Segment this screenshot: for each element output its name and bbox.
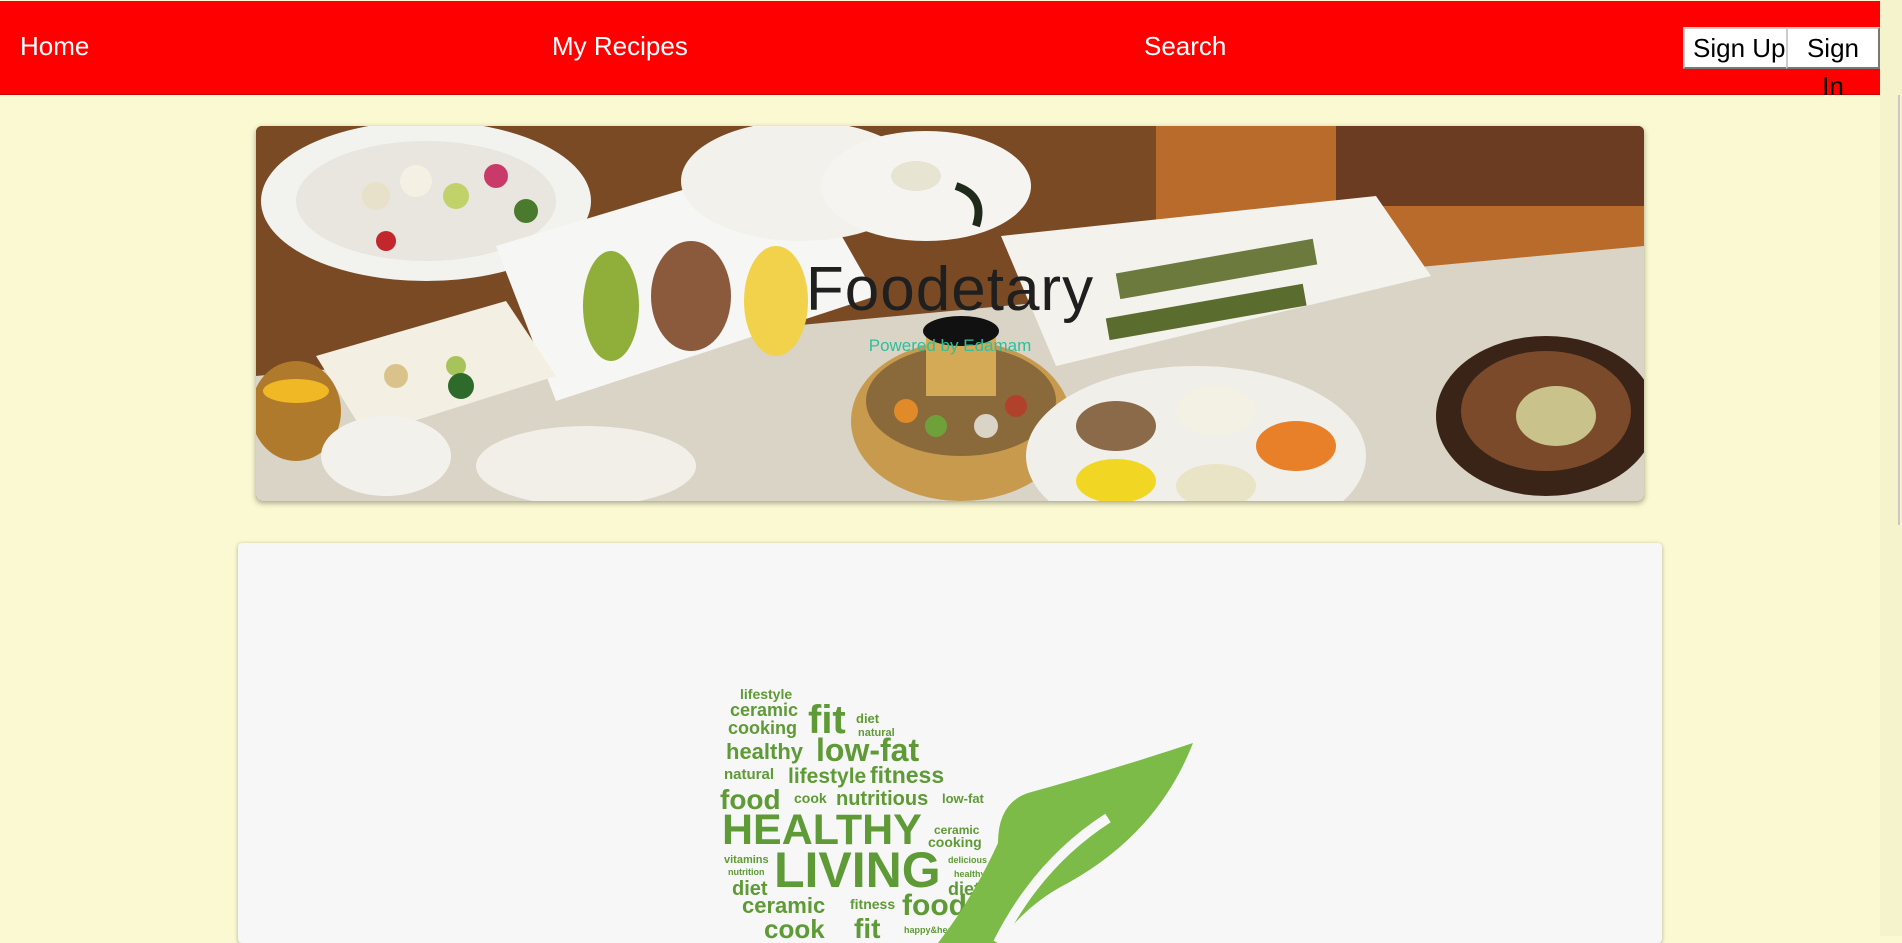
- content-card: lifestyle ceramic cooking fit diet natur…: [238, 543, 1662, 943]
- cloud-word: cook: [764, 914, 825, 943]
- page-scrollbar[interactable]: [1880, 0, 1902, 936]
- cloud-word: natural: [724, 766, 774, 783]
- scrollbar-thumb[interactable]: [1898, 95, 1900, 525]
- cloud-word: fitness: [870, 762, 944, 788]
- nav-my-recipes-link[interactable]: My Recipes: [552, 31, 688, 62]
- cloud-word: diet: [856, 711, 880, 726]
- cloud-word: healthy: [726, 739, 804, 764]
- cloud-word: ceramic: [730, 700, 798, 720]
- cloud-word: healthy: [954, 869, 986, 879]
- cloud-word: fit: [854, 913, 880, 943]
- site-title: Foodetary: [805, 255, 1095, 324]
- cloud-word: low-fat: [942, 791, 985, 806]
- nav-home-link[interactable]: Home: [20, 31, 89, 62]
- healthy-living-graphic: lifestyle ceramic cooking fit diet natur…: [720, 686, 1193, 943]
- sign-up-button[interactable]: Sign Up: [1683, 27, 1796, 69]
- sign-in-button[interactable]: Sign In: [1786, 27, 1880, 101]
- cloud-word: cooking: [728, 718, 797, 738]
- cloud-word: nutrition: [728, 867, 765, 877]
- nav-search-link[interactable]: Search: [1144, 31, 1226, 62]
- cloud-word: delicious: [948, 855, 987, 865]
- hero-banner: Foodetary Powered by Edamam: [256, 126, 1644, 501]
- cloud-word: vitamins: [724, 854, 769, 866]
- top-navbar: Home My Recipes Search Sign Up Sign In: [0, 1, 1880, 101]
- cloud-word: cook: [794, 790, 827, 806]
- cloud-word: lifestyle: [788, 765, 866, 788]
- cloud-word: fitness: [850, 896, 895, 912]
- powered-by-text: Powered by Edamam: [868, 336, 1032, 355]
